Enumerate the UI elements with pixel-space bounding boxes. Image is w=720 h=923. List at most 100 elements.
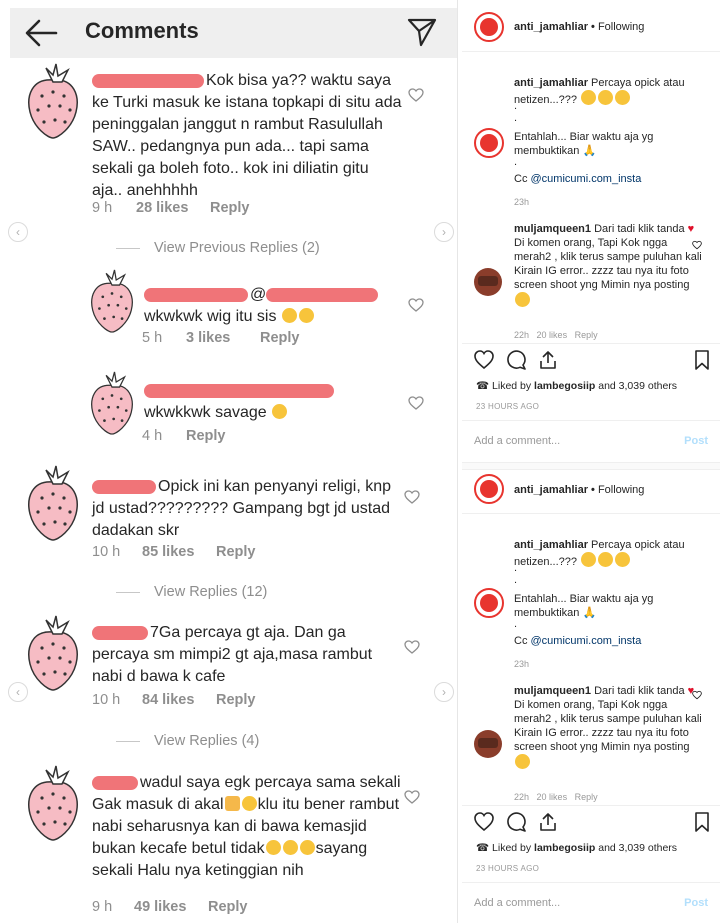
strawberry-avatar-icon[interactable] [86, 368, 138, 438]
caption-username[interactable]: anti_jamahliar [514, 539, 588, 551]
liked-by: ☎ Liked by lambegosiip and 3,039 others [476, 842, 678, 854]
commenter-username[interactable]: muljamqueen1 [514, 685, 591, 697]
bookmark-icon[interactable] [692, 350, 712, 370]
reply-button[interactable]: Reply [575, 792, 598, 802]
send-icon[interactable] [406, 16, 438, 48]
comment-likes[interactable]: 49 likes [134, 899, 208, 915]
reply-button[interactable]: Reply [208, 899, 248, 915]
like-heart-icon[interactable] [408, 298, 424, 312]
like-heart-icon[interactable] [408, 88, 424, 102]
red-heart-icon: ♥ [687, 223, 695, 235]
post-button[interactable]: Post [684, 435, 708, 447]
share-icon[interactable] [538, 812, 558, 832]
reply-text: wkwkkwk savage [144, 380, 404, 424]
liked-others[interactable]: and 3,039 others [598, 380, 677, 392]
redacted-username[interactable] [92, 73, 204, 88]
comment-time: 10 h [92, 544, 121, 560]
like-heart-icon[interactable] [474, 812, 494, 832]
like-heart-icon[interactable] [404, 640, 420, 654]
commenter-username[interactable]: muljamqueen1 [514, 223, 591, 235]
like-heart-icon[interactable] [692, 690, 702, 700]
liked-others[interactable]: and 3,039 others [598, 842, 677, 854]
redacted-username[interactable] [92, 625, 148, 640]
account-logo-icon[interactable] [474, 12, 504, 42]
comment-likes[interactable]: 84 likes [142, 692, 216, 708]
liked-username[interactable]: lambegosiip [534, 842, 595, 854]
back-arrow-icon[interactable] [24, 18, 58, 48]
view-replies-button[interactable]: View Replies (12) [116, 584, 267, 600]
strawberry-avatar-icon[interactable] [22, 614, 84, 692]
redacted-mention[interactable] [266, 287, 379, 302]
redacted-username[interactable] [144, 287, 248, 302]
share-icon[interactable] [538, 350, 558, 370]
reply-text: @ wkwkwk wig itu sis [144, 284, 404, 328]
redacted-username[interactable] [144, 383, 334, 398]
reply-button[interactable]: Reply [575, 330, 598, 340]
caption-dot: . [514, 574, 518, 586]
comment-likes[interactable]: 20 likes [537, 330, 568, 340]
post-button[interactable]: Post [684, 897, 708, 909]
add-comment-bar: Add a comment... Post [462, 882, 720, 923]
like-heart-icon[interactable] [404, 790, 420, 804]
comment-likes[interactable]: 3 likes [186, 330, 260, 346]
redacted-username[interactable] [92, 479, 156, 494]
strawberry-avatar-icon[interactable] [22, 464, 84, 542]
reply-button[interactable]: Reply [216, 544, 256, 560]
liked-avatar-icon: ☎ [476, 380, 490, 392]
comment-likes[interactable]: 20 likes [537, 792, 568, 802]
caption-username[interactable]: anti_jamahliar [514, 77, 588, 89]
laughing-emoji-icon [265, 840, 281, 855]
liked-by: ☎ Liked by lambegosiip and 3,039 others [476, 380, 678, 392]
like-heart-icon[interactable] [404, 490, 420, 504]
caption-dot: . [514, 156, 518, 168]
account-logo-icon[interactable] [474, 128, 504, 158]
strawberry-avatar-icon[interactable] [22, 764, 84, 842]
add-comment-input[interactable]: Add a comment... [474, 897, 560, 909]
commenter-avatar[interactable] [474, 730, 502, 758]
reply-meta: 5 h 3 likes Reply [142, 330, 300, 346]
comment-time: 10 h [92, 692, 121, 708]
comment-item: Kok bisa ya?? waktu saya ke Turki masuk … [0, 58, 457, 228]
like-heart-icon[interactable] [692, 240, 702, 250]
commenter-avatar[interactable] [474, 268, 502, 296]
caption-age: 23h [514, 197, 530, 207]
following-label[interactable]: Following [598, 21, 644, 33]
like-heart-icon[interactable] [474, 350, 494, 370]
view-replies-button[interactable]: View Replies (4) [116, 733, 259, 749]
reply-button[interactable]: Reply [260, 330, 300, 346]
page-title: Comments [85, 18, 199, 43]
following-label[interactable]: Following [598, 484, 644, 496]
mention-link[interactable]: @cumicumi.com_insta [531, 635, 642, 647]
view-previous-replies-button[interactable]: View Previous Replies (2) [116, 240, 320, 256]
account-logo-icon[interactable] [474, 588, 504, 618]
liked-username[interactable]: lambegosiip [534, 380, 595, 392]
comment-meta: 10 h 85 likes Reply [92, 544, 256, 560]
like-heart-icon[interactable] [408, 396, 424, 410]
account-logo-icon[interactable] [474, 474, 504, 504]
caption-dot: . [514, 618, 518, 630]
strawberry-avatar-icon[interactable] [22, 62, 84, 140]
comment-likes[interactable]: 28 likes [136, 200, 210, 216]
redacted-username[interactable] [92, 775, 138, 790]
reply-button[interactable]: Reply [216, 692, 256, 708]
post-header: anti_jamahliar • Following [462, 462, 720, 514]
mention-link[interactable]: @cumicumi.com_insta [531, 173, 642, 185]
desktop-posts-panel: anti_jamahliar • Following anti_jamahlia… [462, 0, 720, 923]
divider [116, 591, 140, 593]
reply-button[interactable]: Reply [186, 428, 226, 444]
laughing-emoji-icon [515, 754, 530, 769]
liked-avatar-icon: ☎ [476, 842, 490, 854]
caption: anti_jamahliar Percaya opick atau netize… [514, 77, 685, 106]
comment-bubble-icon[interactable] [506, 812, 526, 832]
account-name[interactable]: anti_jamahliar [514, 484, 588, 496]
account-name[interactable]: anti_jamahliar [514, 21, 588, 33]
laughing-emoji-icon [515, 292, 530, 307]
reply-button[interactable]: Reply [210, 200, 250, 216]
comment-bubble-icon[interactable] [506, 350, 526, 370]
bookmark-icon[interactable] [692, 812, 712, 832]
strawberry-avatar-icon[interactable] [86, 266, 138, 336]
laughing-emoji-icon [272, 404, 288, 419]
comment-time: 9 h [92, 200, 113, 216]
comment-likes[interactable]: 85 likes [142, 544, 216, 560]
add-comment-input[interactable]: Add a comment... [474, 435, 560, 447]
